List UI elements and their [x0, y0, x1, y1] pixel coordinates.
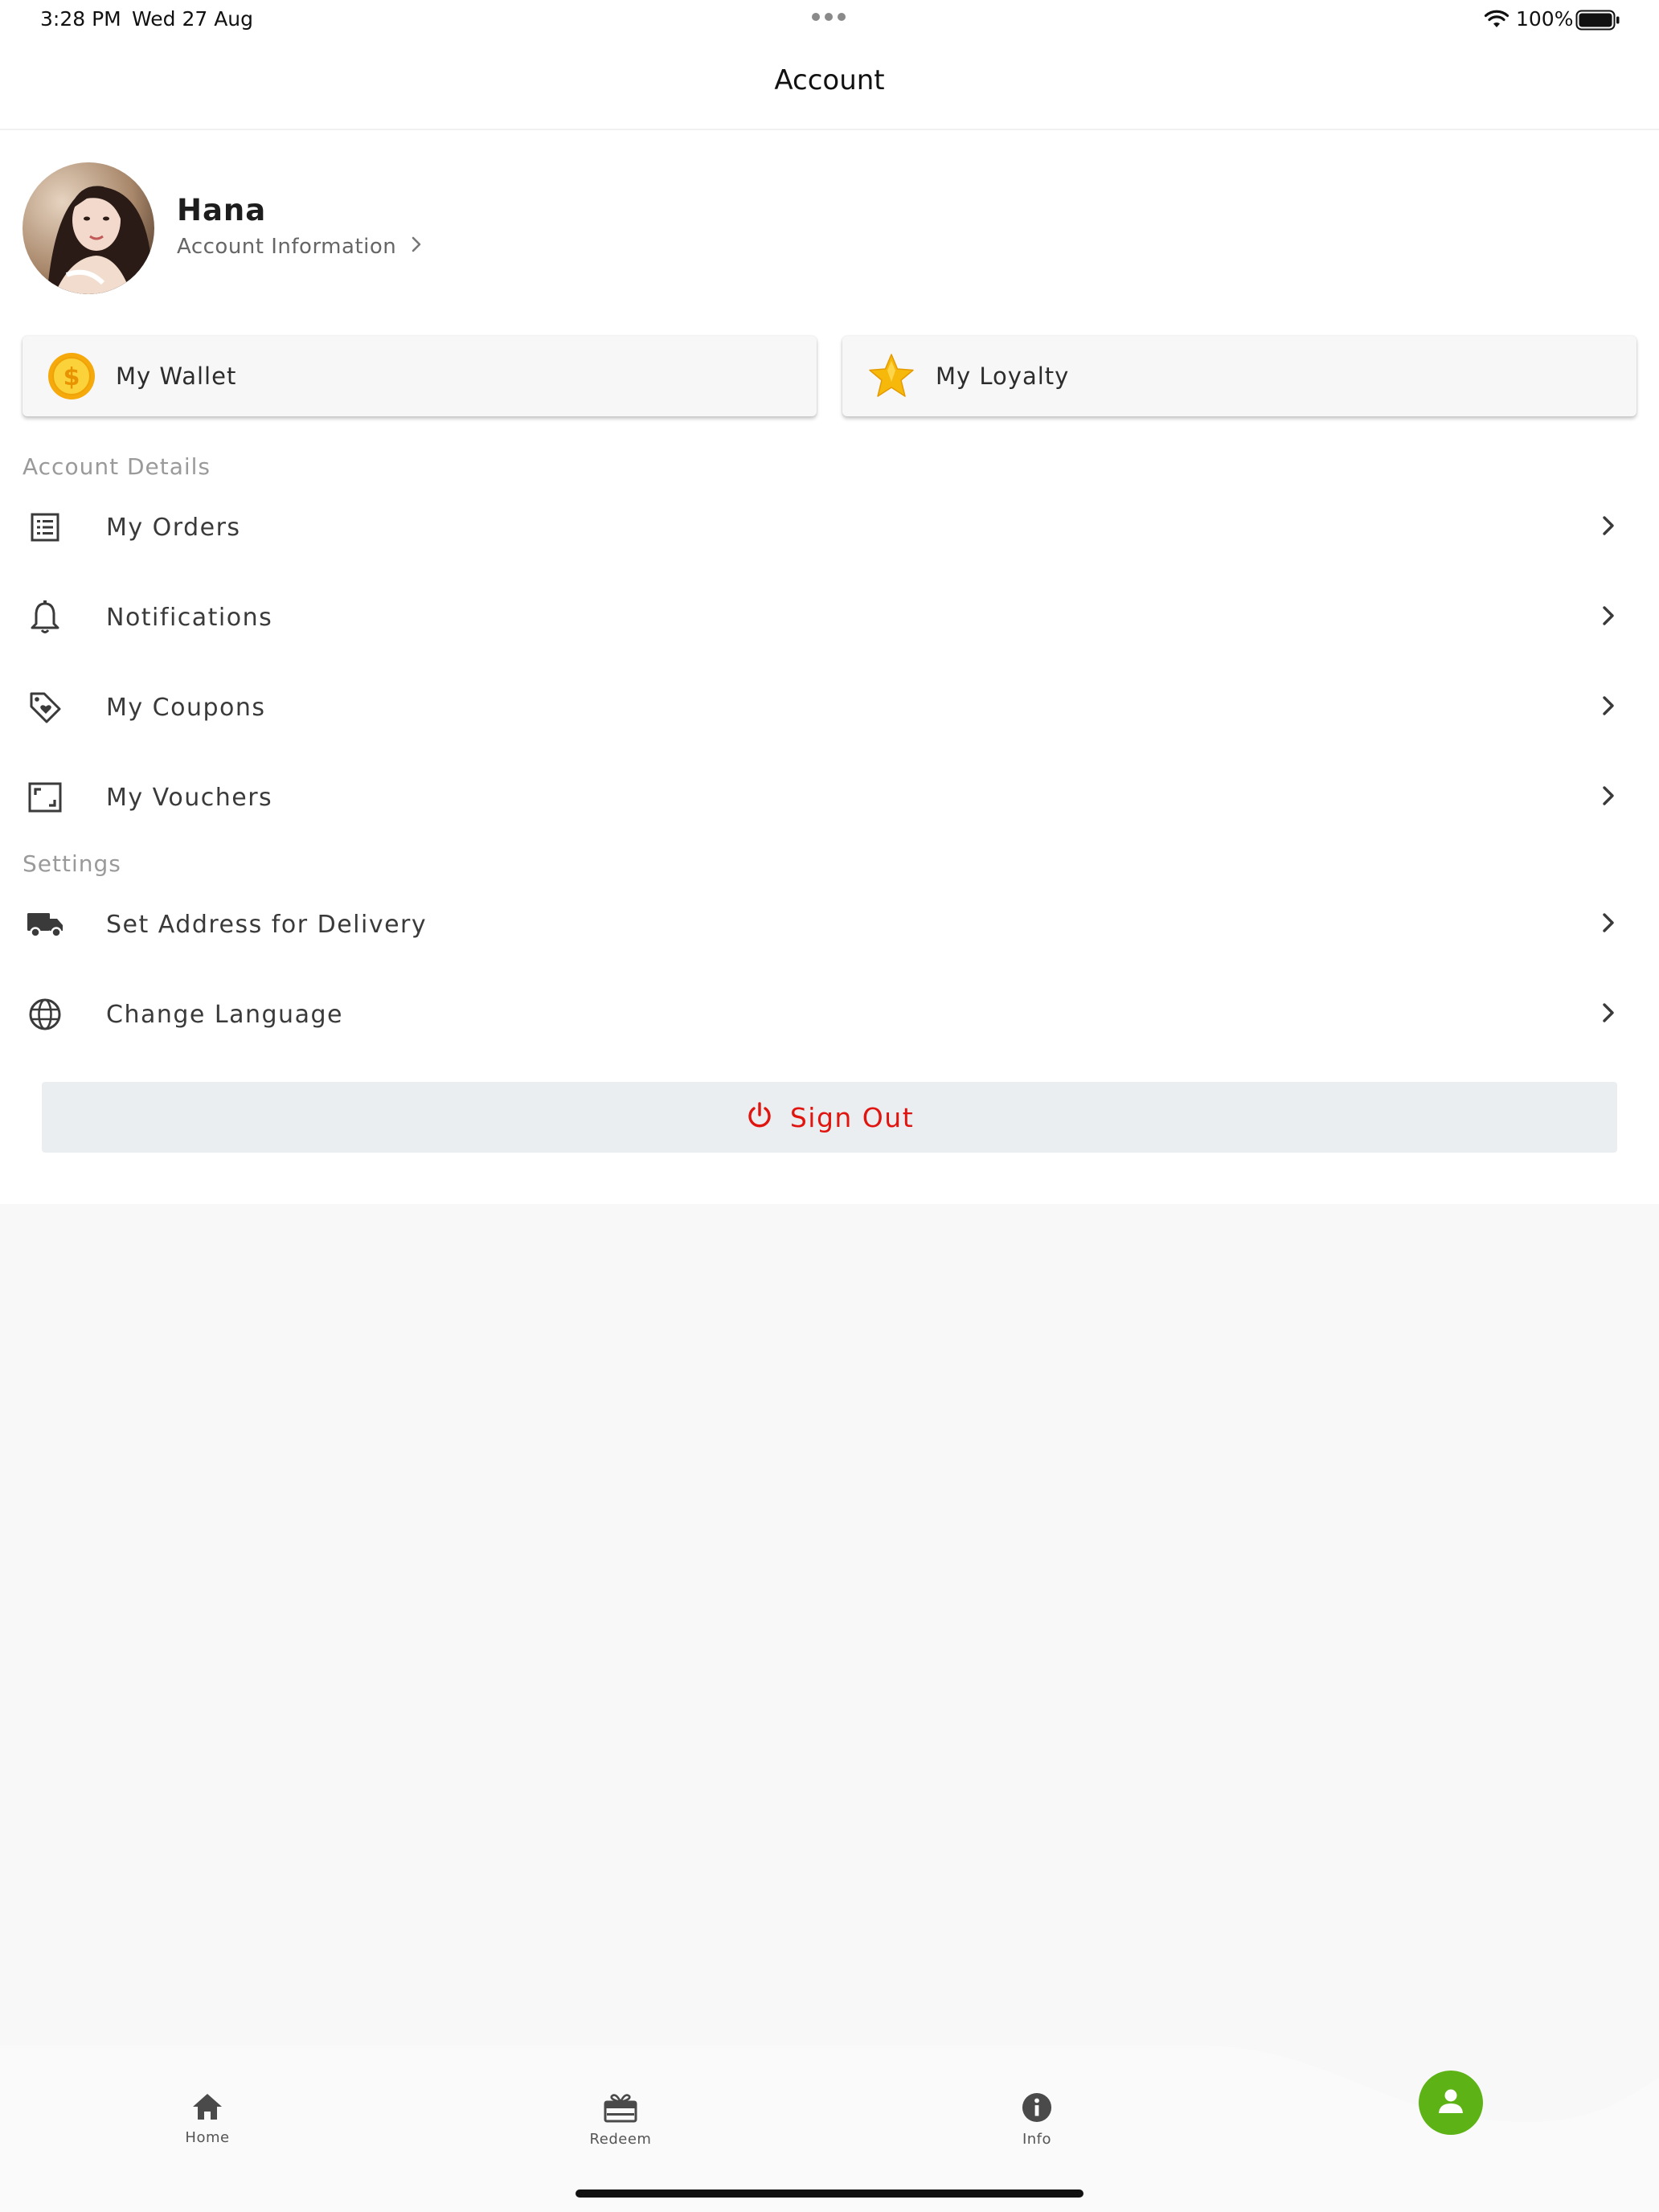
voucher-icon [13, 781, 77, 813]
account-information-link[interactable]: Account Information [177, 235, 422, 259]
my-wallet-label: My Wallet [116, 363, 237, 390]
my-loyalty-label: My Loyalty [936, 363, 1070, 390]
chevron-right-icon [1601, 1002, 1616, 1027]
chevron-right-icon [411, 235, 422, 259]
list-icon [13, 511, 77, 543]
sign-out-label: Sign Out [789, 1101, 915, 1133]
star-icon [866, 351, 916, 401]
tag-icon [13, 690, 77, 725]
multitasking-dots-icon[interactable] [812, 13, 846, 21]
settings-heading: Settings [23, 850, 121, 877]
wifi-icon [1484, 10, 1509, 34]
menu-item-notifications[interactable]: Notifications [23, 579, 1630, 656]
nav-account-button[interactable] [1419, 2071, 1483, 2135]
menu-item-label: My Orders [106, 513, 241, 542]
info-icon [1021, 2092, 1053, 2126]
menu-item-label: Set Address for Delivery [106, 910, 428, 939]
chevron-right-icon [1601, 514, 1616, 540]
home-icon [191, 2092, 223, 2124]
menu-item-label: My Coupons [106, 693, 266, 722]
person-icon [1436, 2087, 1465, 2119]
menu-item-my-vouchers[interactable]: My Vouchers [23, 759, 1630, 836]
chevron-right-icon [1601, 694, 1616, 720]
menu-item-set-address[interactable]: Set Address for Delivery [23, 886, 1630, 963]
account-information-label: Account Information [177, 235, 397, 259]
header-divider [0, 129, 1659, 130]
coin-icon: $ [47, 351, 96, 401]
menu-item-label: Notifications [106, 603, 273, 632]
menu-item-my-orders[interactable]: My Orders [23, 489, 1630, 566]
globe-icon [13, 997, 77, 1032]
chevron-right-icon [1601, 784, 1616, 810]
svg-text:$: $ [63, 363, 80, 391]
profile-name: Hana [177, 193, 267, 227]
menu-item-my-coupons[interactable]: My Coupons [23, 669, 1630, 746]
menu-item-label: My Vouchers [106, 783, 273, 812]
nav-home[interactable]: Home [127, 2092, 288, 2146]
battery-percentage: 100% [1516, 7, 1574, 31]
truck-icon [13, 910, 77, 939]
status-bar: 3:28 PM Wed 27 Aug 100% [0, 0, 1659, 40]
my-wallet-card[interactable]: $ My Wallet [23, 336, 817, 416]
menu-item-label: Change Language [106, 1000, 343, 1029]
page-title: Account [774, 64, 885, 96]
nav-redeem-label: Redeem [589, 2131, 652, 2148]
avatar[interactable] [23, 162, 154, 294]
sign-out-button[interactable]: Sign Out [42, 1082, 1617, 1153]
bell-icon [13, 600, 77, 635]
nav-info[interactable]: Info [956, 2092, 1117, 2148]
power-icon [745, 1101, 774, 1133]
my-loyalty-card[interactable]: My Loyalty [842, 336, 1636, 416]
menu-item-change-language[interactable]: Change Language [23, 976, 1630, 1053]
account-details-heading: Account Details [23, 453, 211, 480]
status-time: 3:28 PM [40, 7, 121, 31]
chevron-right-icon [1601, 911, 1616, 937]
nav-info-label: Info [1022, 2131, 1052, 2148]
nav-home-label: Home [185, 2129, 230, 2146]
chevron-right-icon [1601, 604, 1616, 630]
gift-icon [604, 2092, 637, 2126]
status-date: Wed 27 Aug [132, 7, 254, 31]
battery-icon [1575, 10, 1620, 35]
nav-redeem[interactable]: Redeem [540, 2092, 701, 2148]
home-indicator[interactable] [576, 2189, 1083, 2198]
